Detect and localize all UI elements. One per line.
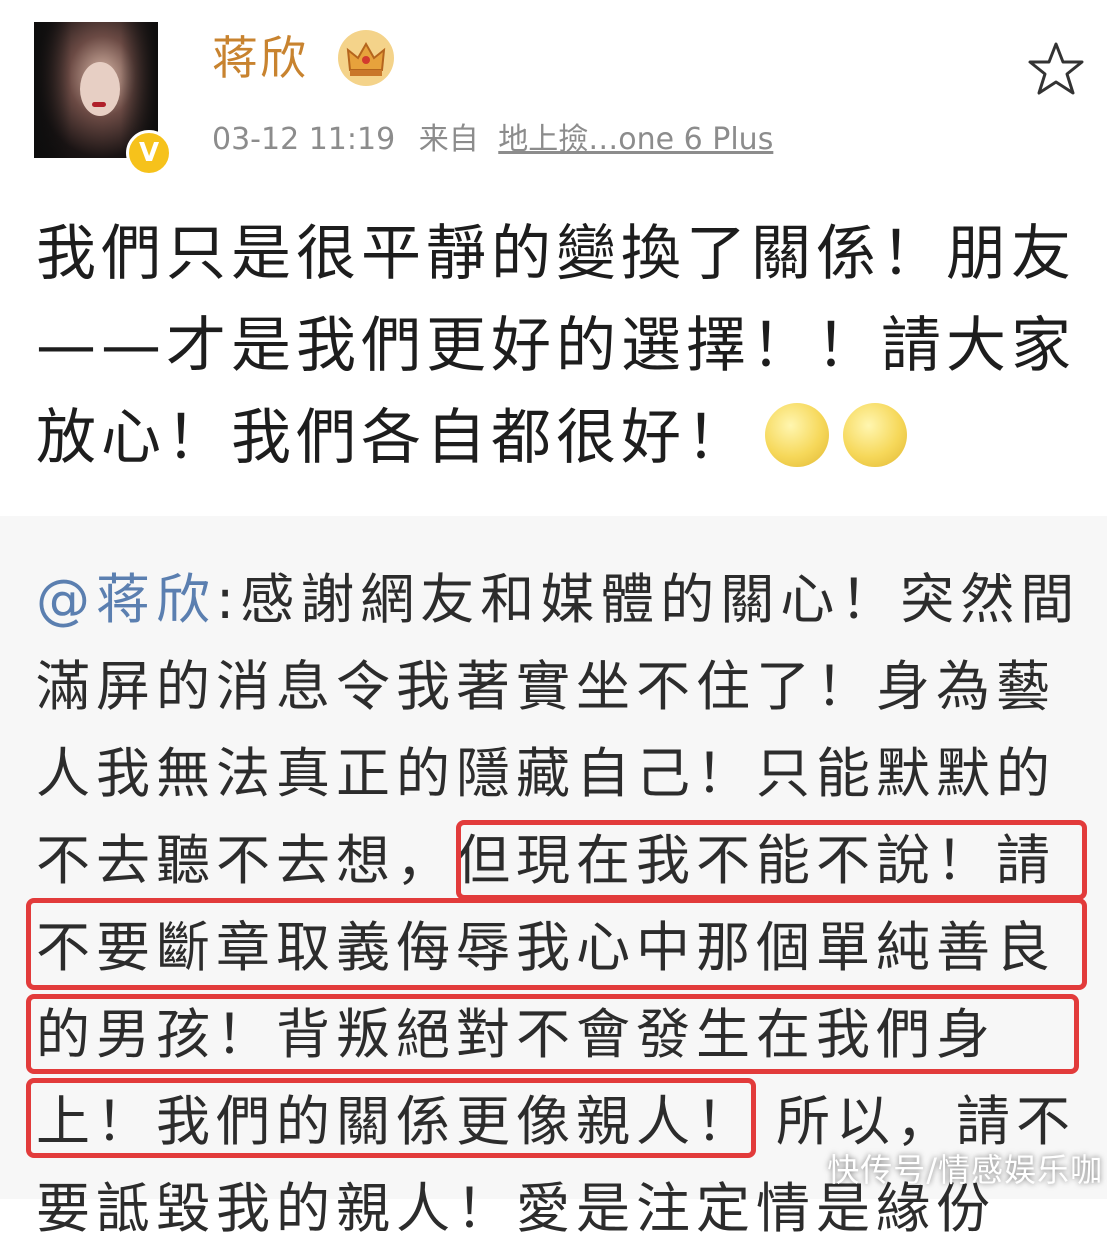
highlight-box bbox=[456, 820, 1087, 900]
avatar-lips bbox=[92, 102, 106, 107]
smile-emoji-icon bbox=[765, 403, 829, 468]
mention-link[interactable]: @蒋欣 bbox=[36, 568, 216, 631]
crown-icon bbox=[338, 30, 394, 86]
quote-line-text: 所以，請不 bbox=[776, 1090, 1076, 1153]
post-meta: 03-12 11:19 来自 地上撿…one 6 Plus bbox=[212, 114, 773, 158]
source-prefix: 来自 bbox=[418, 122, 479, 157]
verified-icon: V bbox=[126, 130, 172, 176]
watermark: 快传号/情感娱乐咖 bbox=[827, 1151, 1103, 1189]
highlight-box bbox=[26, 994, 1079, 1074]
post-text: 我們只是很平靜的變換了關係！朋友 ——才是我們更好的選擇！！請大家 放心！我們各… bbox=[36, 208, 1086, 484]
star-outline-icon[interactable] bbox=[1026, 40, 1086, 100]
post-line: ——才是我們更好的選擇！！請大家 bbox=[36, 311, 1076, 381]
highlight-box bbox=[26, 1078, 756, 1158]
quote-line: 滿屏的消息令我著實坐不住了！身為藝 bbox=[36, 655, 1056, 718]
post-line: 放心！我們各自都很好！ bbox=[36, 392, 1086, 484]
quote-line-text: 不去聽不去想， bbox=[36, 829, 456, 892]
username[interactable]: 蒋欣 bbox=[212, 22, 308, 88]
source-link[interactable]: 地上撿…one 6 Plus bbox=[498, 122, 773, 157]
post-line: 我們只是很平靜的變換了關係！朋友 bbox=[36, 219, 1076, 289]
highlight-box bbox=[26, 898, 1087, 990]
quote-line: 人我無法真正的隱藏自己！只能默默的 bbox=[36, 742, 1056, 805]
smile-emoji-icon bbox=[843, 403, 907, 468]
post-timestamp: 03-12 11:19 bbox=[212, 122, 396, 157]
post-line-text: 放心！我們各自都很好！ bbox=[36, 403, 751, 473]
avatar-face bbox=[80, 62, 120, 116]
quote-line: @蒋欣:感謝網友和媒體的關心！突然間 bbox=[36, 556, 1086, 643]
quote-line-text: :感謝網友和媒體的關心！突然間 bbox=[216, 568, 1081, 631]
